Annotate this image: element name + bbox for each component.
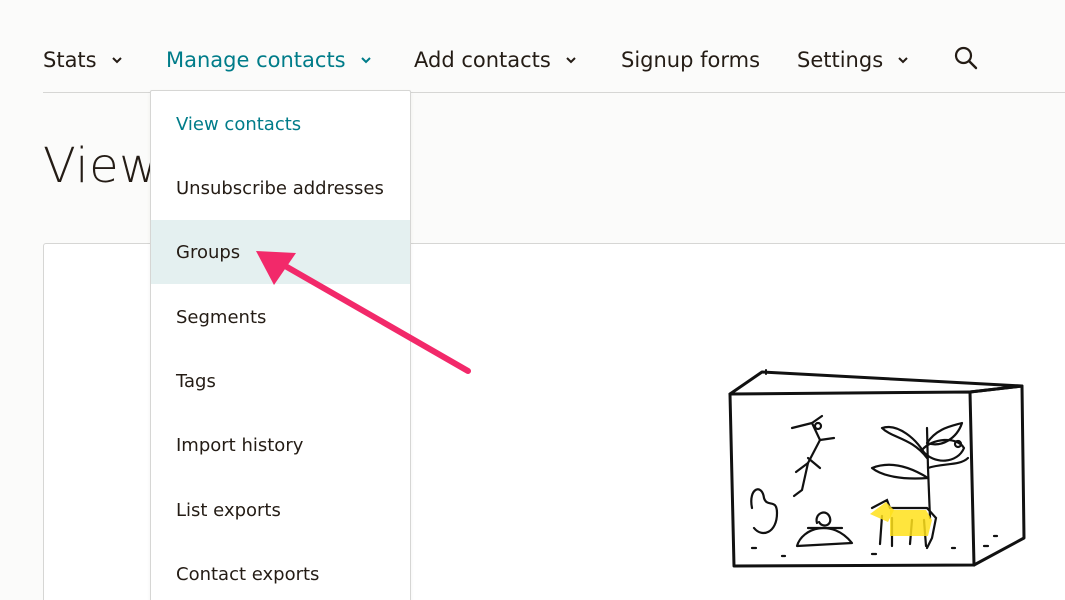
nav-add-contacts[interactable]: Add contacts (414, 44, 578, 76)
nav-signup-forms[interactable]: Signup forms (621, 44, 760, 76)
menu-item-label: List exports (176, 499, 281, 521)
menu-item-label: Unsubscribe addresses (176, 177, 384, 199)
annotation-arrow-icon (250, 245, 480, 380)
terrarium-illustration (722, 368, 1032, 568)
chevron-down-icon (896, 53, 910, 67)
menu-item-unsubscribe-addresses[interactable]: Unsubscribe addresses (151, 156, 410, 220)
nav-stats[interactable]: Stats (43, 44, 124, 76)
top-navigation: Stats Manage contacts Add contacts Signu… (0, 0, 1065, 92)
menu-item-list-exports[interactable]: List exports (151, 478, 410, 542)
nav-stats-label: Stats (43, 48, 97, 72)
menu-item-label: View contacts (176, 113, 302, 135)
search-icon (953, 45, 979, 76)
nav-settings-label: Settings (797, 48, 884, 72)
menu-item-import-history[interactable]: Import history (151, 413, 410, 477)
nav-manage-contacts-label: Manage contacts (166, 48, 346, 72)
chevron-down-icon (110, 53, 124, 67)
menu-item-label: Groups (176, 241, 241, 263)
nav-signup-forms-label: Signup forms (621, 48, 761, 72)
chevron-down-icon (359, 53, 373, 67)
search-button[interactable] (953, 44, 979, 76)
menu-item-label: Tags (176, 370, 216, 392)
nav-manage-contacts[interactable]: Manage contacts (166, 44, 373, 76)
chevron-down-icon (564, 53, 578, 67)
menu-item-label: Contact exports (176, 563, 320, 585)
nav-add-contacts-label: Add contacts (414, 48, 551, 72)
menu-item-view-contacts[interactable]: View contacts (151, 92, 410, 156)
menu-item-label: Import history (176, 434, 304, 456)
menu-item-contact-exports[interactable]: Contact exports (151, 542, 410, 600)
nav-settings[interactable]: Settings (797, 44, 910, 76)
